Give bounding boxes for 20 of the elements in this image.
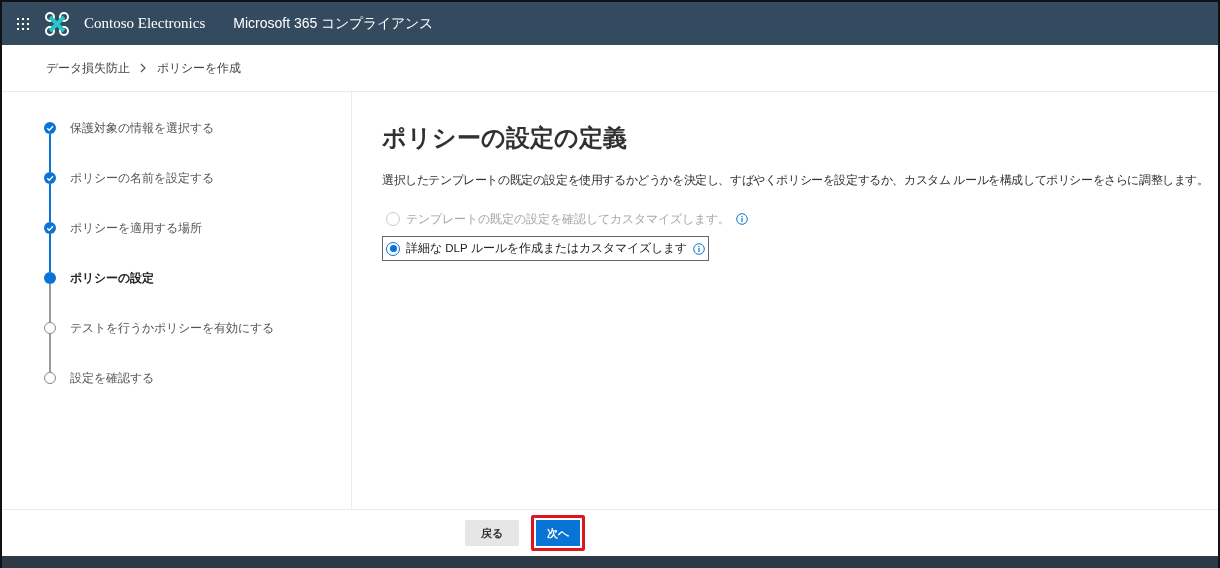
page-heading: ポリシーの設定の定義 xyxy=(382,124,628,153)
option-label: 詳細な DLP ルールを作成またはカスタマイズします xyxy=(406,241,687,257)
app-launcher-icon[interactable] xyxy=(16,16,30,31)
breadcrumb-link[interactable]: データ損失防止 xyxy=(46,59,130,77)
step-label: ポリシーを適用する場所 xyxy=(70,222,202,234)
option-label: テンプレートの既定の設定を確認してカスタマイズします。 xyxy=(406,211,730,227)
org-name: Contoso Electronics xyxy=(84,14,206,34)
back-button[interactable]: 戻る xyxy=(465,520,519,546)
step-label: 設定を確認する xyxy=(70,372,154,384)
info-icon[interactable] xyxy=(736,213,748,226)
next-button[interactable]: 次へ xyxy=(531,515,585,551)
step-label: ポリシーの設定 xyxy=(70,272,154,284)
step-label: ポリシーの名前を設定する xyxy=(70,172,214,184)
drone-logo-icon xyxy=(44,11,70,36)
app-title: Microsoft 365 コンプライアンス xyxy=(233,14,434,33)
step-label: 保護対象の情報を選択する xyxy=(70,122,214,134)
description-text: 選択したテンプレートの既定の設定を使用するかどうかを決定し、すばやくポリシーを設定するか、カスタム ルールを構成してポリシーをさらに調整します。 xyxy=(382,171,1210,189)
step-label: テストを行うかポリシーを有効にする xyxy=(70,322,274,334)
info-icon[interactable] xyxy=(692,242,705,255)
chevron-icon xyxy=(140,63,147,73)
